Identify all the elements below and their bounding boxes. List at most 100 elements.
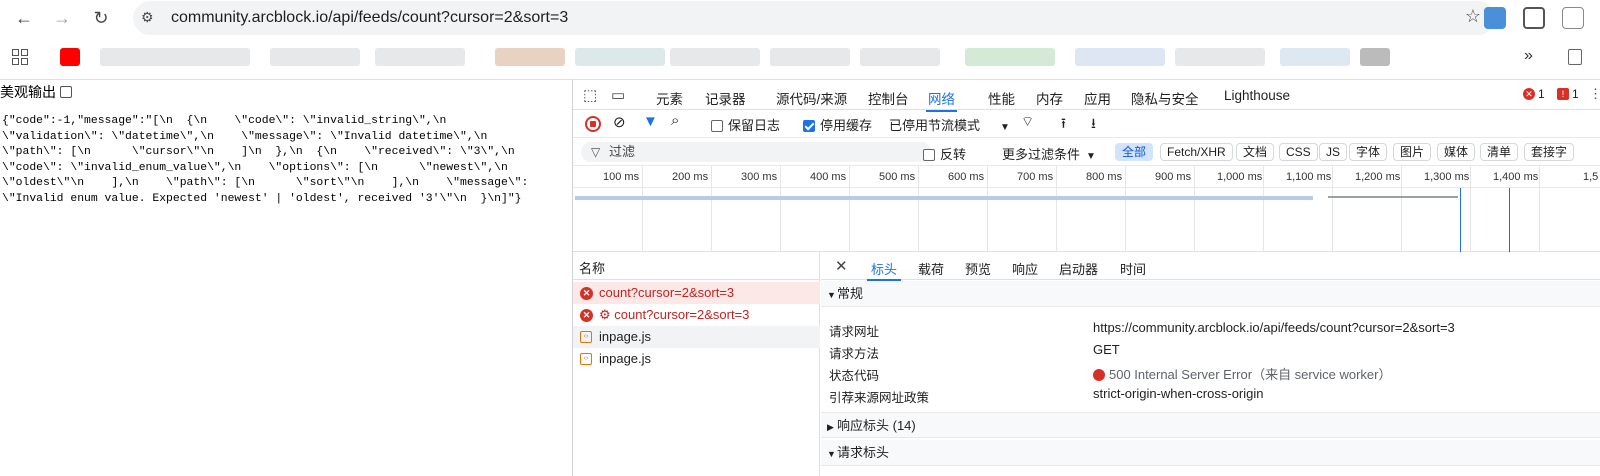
tab-payload[interactable]: 载荷 — [918, 259, 944, 278]
response-headers-section-header[interactable]: ▶ 响应标头 (14) — [821, 412, 1600, 438]
back-arrow-icon[interactable]: ← — [12, 6, 36, 30]
collapse-triangle-icon: ▼ — [827, 290, 836, 300]
pretty-print-checkbox[interactable] — [60, 86, 72, 98]
bookmark-item[interactable] — [770, 48, 850, 66]
throttle-select[interactable]: 已停用节流模式 ▼ — [889, 115, 1010, 134]
pretty-print-toggle[interactable]: 美观输出 — [0, 82, 72, 102]
inspect-element-icon[interactable]: ⬚ — [583, 86, 597, 104]
preserve-log-box[interactable] — [711, 120, 723, 132]
general-section-header[interactable]: ▼常规 — [821, 281, 1600, 307]
bookmark-item[interactable] — [270, 48, 360, 66]
disable-cache-box[interactable] — [803, 120, 815, 132]
address-bar[interactable]: ⚙ community.arcblock.io/api/feeds/count?… — [133, 1, 1495, 35]
filter-icon[interactable]: ▼ — [643, 113, 658, 130]
forward-arrow-icon[interactable]: → — [50, 6, 74, 30]
error-count-badge[interactable]: ✕ 1 — [1523, 87, 1545, 101]
import-har-icon[interactable]: ⭱ — [1061, 113, 1066, 137]
close-icon[interactable]: ✕ — [835, 257, 848, 275]
bookmark-item[interactable] — [1360, 48, 1390, 66]
timeline-tick-label: 300 ms — [741, 171, 778, 183]
bookmark-item[interactable] — [495, 48, 565, 66]
export-har-icon[interactable]: ⭳ — [1091, 113, 1096, 137]
tab-initiator[interactable]: 启动器 — [1059, 259, 1098, 278]
tab-recorder[interactable]: 记录器 — [705, 88, 746, 108]
bookmark-item[interactable] — [965, 48, 1055, 66]
site-info-icon[interactable]: ⚙ — [141, 9, 154, 26]
tab-memory[interactable]: 内存 — [1036, 88, 1063, 108]
reload-icon[interactable]: ↻ — [89, 6, 113, 30]
tab-preview[interactable]: 预览 — [965, 259, 991, 278]
filter-chip-font[interactable]: 字体 — [1349, 143, 1388, 161]
preserve-log-checkbox[interactable]: 保留日志 — [711, 115, 780, 134]
timeline-tick-label: 1,200 ms — [1355, 171, 1401, 183]
filter-chip-css[interactable]: CSS — [1279, 143, 1318, 161]
all-bookmarks-folder-icon[interactable] — [1568, 49, 1582, 65]
bookmark-item[interactable] — [670, 48, 760, 66]
filter-chip-media[interactable]: 媒体 — [1437, 143, 1476, 161]
invert-box[interactable] — [923, 149, 935, 161]
tab-response[interactable]: 响应 — [1012, 259, 1038, 278]
device-toolbar-icon[interactable]: ▭ — [611, 86, 625, 104]
tab-lighthouse[interactable]: Lighthouse — [1224, 88, 1290, 103]
request-headers-section-header[interactable]: ▼请求标头 — [821, 440, 1600, 466]
record-stop-icon[interactable] — [585, 116, 601, 132]
bookmarks-bar: » — [0, 40, 1600, 76]
bookmark-item[interactable] — [1175, 48, 1265, 66]
network-overview-timeline[interactable]: 100 ms 200 ms 300 ms 400 ms 500 ms 600 m… — [573, 166, 1600, 252]
bookmark-item[interactable] — [1075, 48, 1165, 66]
filter-chip-manifest[interactable]: 清单 — [1480, 143, 1519, 161]
bookmark-item[interactable] — [375, 48, 465, 66]
timeline-tick-label: 800 ms — [1086, 171, 1123, 183]
tab-application[interactable]: 应用 — [1084, 88, 1111, 108]
request-row[interactable]: ✕ ⚙ count?cursor=2&sort=3 — [573, 304, 820, 326]
more-options-icon[interactable]: ⋮ — [1589, 86, 1600, 102]
page-content: 美观输出 {"code":-1,"message":"[\n {\n \"cod… — [0, 80, 572, 476]
filter-chip-js[interactable]: JS — [1319, 143, 1348, 161]
request-row[interactable]: ‹› inpage.js — [573, 326, 820, 348]
error-icon: ✕ — [580, 287, 593, 300]
filter-chip-socket[interactable]: 套接字 — [1524, 143, 1575, 161]
puzzle-icon[interactable] — [1523, 7, 1545, 29]
tab-privacy-security[interactable]: 隐私与安全 — [1131, 88, 1199, 108]
apps-grid-icon[interactable] — [12, 49, 28, 65]
invert-checkbox[interactable]: 反转 — [923, 144, 966, 163]
extension-icon[interactable] — [1484, 7, 1506, 29]
request-list: 名称 ✕ count?cursor=2&sort=3 ✕ ⚙ count?curso… — [573, 252, 820, 476]
youtube-icon[interactable] — [60, 48, 80, 66]
error-icon: ✕ — [1523, 88, 1535, 100]
bookmark-item[interactable] — [1280, 48, 1350, 66]
tab-console[interactable]: 控制台 — [868, 88, 909, 108]
tab-sources[interactable]: 源代码/来源 — [776, 88, 847, 108]
profile-icon[interactable] — [1562, 7, 1584, 29]
network-conditions-icon[interactable]: ⌔ — [1021, 113, 1034, 131]
disable-cache-checkbox[interactable]: 停用缓存 — [803, 115, 872, 134]
tab-performance[interactable]: 性能 — [988, 88, 1015, 108]
tab-network[interactable]: 网络 — [926, 88, 957, 112]
script-file-icon: ‹› — [580, 353, 592, 365]
general-key: 状态代码 — [829, 369, 880, 383]
issue-count-badge[interactable]: ! 1 — [1557, 87, 1579, 101]
request-row[interactable]: ✕ count?cursor=2&sort=3 — [573, 282, 820, 304]
filter-chip-fetch-xhr[interactable]: Fetch/XHR — [1160, 143, 1233, 161]
timeline-tick-label: 200 ms — [672, 171, 709, 183]
bookmark-item[interactable] — [575, 48, 665, 66]
tab-timing[interactable]: 时间 — [1120, 259, 1146, 278]
clear-icon[interactable]: ⊘ — [613, 113, 626, 131]
filter-input[interactable]: ▽ 过滤 — [581, 142, 931, 162]
request-list-header[interactable]: 名称 — [573, 252, 820, 280]
tab-headers[interactable]: 标头 — [866, 259, 902, 281]
collapse-triangle-icon: ▼ — [827, 449, 836, 459]
bookmark-item[interactable] — [100, 48, 250, 66]
filter-chip-doc[interactable]: 文档 — [1236, 143, 1275, 161]
bookmark-star-icon[interactable]: ☆ — [1465, 6, 1481, 27]
bookmark-item[interactable] — [860, 48, 940, 66]
tab-elements[interactable]: 元素 — [656, 88, 683, 108]
bookmarks-overflow-icon[interactable]: » — [1524, 47, 1533, 65]
filter-chip-all[interactable]: 全部 — [1115, 143, 1154, 161]
address-url[interactable]: community.arcblock.io/api/feeds/count?cu… — [171, 9, 568, 27]
referrer-policy-value: strict-origin-when-cross-origin — [1093, 386, 1264, 401]
search-icon[interactable]: ⌕ — [671, 112, 679, 129]
request-row[interactable]: ‹› inpage.js — [573, 348, 820, 370]
filter-chip-img[interactable]: 图片 — [1393, 143, 1432, 161]
more-filters-dropdown[interactable]: 更多过滤条件 ▼ — [1002, 144, 1096, 163]
